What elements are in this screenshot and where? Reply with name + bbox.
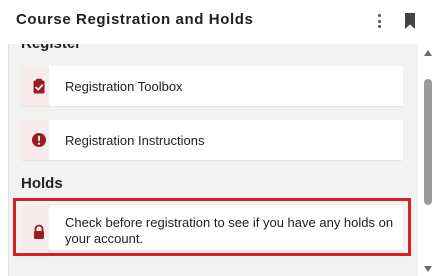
scroll-thumb[interactable]	[424, 79, 432, 205]
registration-instructions-link[interactable]: Registration Instructions	[21, 120, 403, 160]
holds-check-link[interactable]: Check before registration to see if you …	[21, 206, 403, 250]
info-icon	[32, 133, 46, 147]
widget-header: Course Registration and Holds	[0, 0, 436, 44]
card-label: Registration Instructions	[65, 133, 205, 148]
scroll-up-arrow-icon[interactable]	[424, 50, 432, 56]
card-label: Registration Toolbox	[65, 79, 183, 94]
bookmark-icon[interactable]	[404, 13, 416, 29]
lock-icon	[34, 224, 44, 239]
clipboard-check-icon	[33, 78, 45, 94]
widget-content-panel: Register Registration Toolbox Registrati…	[8, 44, 418, 276]
scroll-down-arrow-icon[interactable]	[424, 266, 432, 272]
registration-toolbox-link[interactable]: Registration Toolbox	[21, 66, 403, 106]
card-label: Check before registration to see if you …	[65, 215, 394, 246]
section-heading-register: Register	[21, 44, 81, 52]
section-heading-holds: Holds	[21, 175, 63, 192]
widget-title: Course Registration and Holds	[16, 11, 254, 28]
more-vertical-icon[interactable]	[376, 14, 382, 28]
vertical-scrollbar[interactable]	[421, 44, 436, 276]
